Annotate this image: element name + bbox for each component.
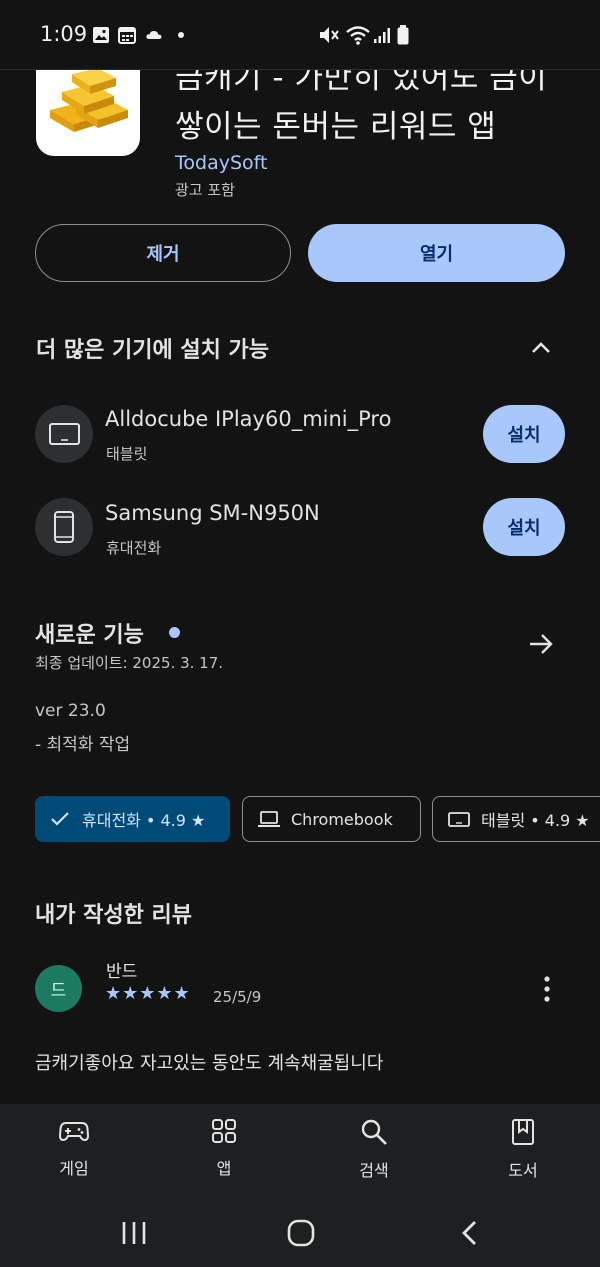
device-icon-circle xyxy=(35,498,93,556)
reviewer-name: 반드 xyxy=(106,962,138,982)
gallery-icon xyxy=(93,27,109,43)
device-type: 태블릿 xyxy=(106,445,148,463)
contains-ads-note: 광고 포함 xyxy=(175,181,235,199)
more-vert-icon[interactable] xyxy=(538,974,556,1004)
wifi-icon xyxy=(346,26,370,45)
arrow-right-icon[interactable] xyxy=(527,630,555,658)
install-button[interactable]: 설치 xyxy=(483,405,565,463)
chip-tablet[interactable]: 태블릿 • 4.9 ★ xyxy=(432,796,600,842)
signal-icon xyxy=(374,28,390,43)
tablet-icon xyxy=(49,423,80,445)
cloud-icon xyxy=(146,30,162,39)
nav-item-books[interactable]: 도서 xyxy=(473,1118,573,1181)
my-review-title: 내가 작성한 리뷰 xyxy=(35,903,192,928)
check-icon xyxy=(51,812,69,826)
nav-label: 검색 xyxy=(359,1161,389,1180)
open-button[interactable]: 열기 xyxy=(308,224,565,282)
nav-item-games[interactable]: 게임 xyxy=(24,1118,124,1179)
developer-link[interactable]: TodaySoft xyxy=(175,152,267,174)
whats-new-title: 새로운 기능 xyxy=(35,623,144,648)
device-name: Alldocube IPlay60_mini_Pro xyxy=(105,407,392,431)
nav-item-search[interactable]: 검색 xyxy=(324,1118,424,1181)
bottom-navigation: 게임 앱 검색 도서 xyxy=(0,1104,600,1198)
book-icon xyxy=(512,1119,534,1145)
tablet-icon xyxy=(448,812,470,827)
nav-label: 앱 xyxy=(216,1159,232,1178)
app-title-line-2: 쌓이는 돈버는 리워드 앱 xyxy=(175,109,497,145)
chip-label: 휴대전화 • 4.9 ★ xyxy=(82,811,206,830)
avatar: 드 xyxy=(35,965,82,1012)
device-icon-circle xyxy=(35,405,93,463)
last-updated-date: 최종 업데이트: 2025. 3. 17. xyxy=(35,654,224,672)
system-navigation-bar xyxy=(0,1198,600,1267)
nav-item-apps[interactable]: 앱 xyxy=(174,1118,274,1179)
changelog-text: - 최적화 작업 xyxy=(35,735,131,755)
chip-phone[interactable]: 휴대전화 • 4.9 ★ xyxy=(35,796,230,842)
review-stars: ★★★★★ xyxy=(105,983,191,1004)
back-icon[interactable] xyxy=(458,1219,482,1247)
review-text: 금캐기좋아요 자고있는 동안도 계속채굴됩니다 xyxy=(35,1053,384,1074)
mute-icon xyxy=(320,27,339,43)
review-date: 25/5/9 xyxy=(213,988,262,1006)
home-icon[interactable] xyxy=(287,1219,315,1247)
status-clock: 1:09 xyxy=(40,22,88,46)
nav-label: 게임 xyxy=(59,1159,89,1178)
laptop-icon xyxy=(258,811,280,827)
chip-chromebook[interactable]: Chromebook xyxy=(242,796,421,842)
calendar-icon xyxy=(118,27,136,44)
new-indicator-dot xyxy=(169,627,180,638)
battery-icon xyxy=(397,25,409,45)
recents-icon[interactable] xyxy=(120,1220,148,1246)
chevron-up-icon[interactable] xyxy=(526,334,556,360)
dot-icon xyxy=(178,32,184,38)
version-text: ver 23.0 xyxy=(35,701,106,721)
chip-label: Chromebook xyxy=(291,809,393,829)
chip-label: 태블릿 • 4.9 ★ xyxy=(481,811,590,830)
device-name: Samsung SM-N950N xyxy=(105,501,320,525)
phone-icon xyxy=(54,511,74,543)
install-button[interactable]: 설치 xyxy=(483,498,565,556)
device-type: 휴대전화 xyxy=(106,539,162,557)
uninstall-button[interactable]: 제거 xyxy=(35,224,291,282)
status-bar: 1:09 xyxy=(0,0,600,70)
apps-grid-icon xyxy=(212,1119,236,1143)
gamepad-icon xyxy=(59,1122,89,1142)
search-icon xyxy=(361,1119,387,1145)
nav-label: 도서 xyxy=(508,1161,538,1180)
more-devices-title: 더 많은 기기에 설치 가능 xyxy=(36,338,270,363)
